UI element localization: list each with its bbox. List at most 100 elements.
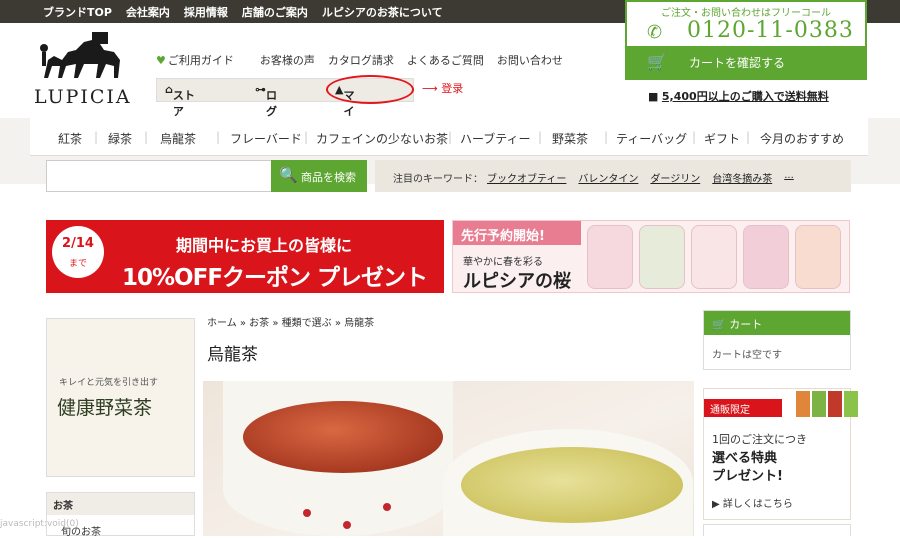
- tab-store-top[interactable]: ⌂ ストアTOP: [165, 83, 198, 132]
- keyword-link[interactable]: ダージリン: [650, 170, 700, 185]
- top-link[interactable]: ブランドTOP: [43, 4, 112, 20]
- tea-tin: [691, 225, 737, 289]
- vegetable-title: 健康野菜茶: [57, 397, 153, 419]
- tea-tin: [639, 225, 685, 289]
- banner-line2: 10%OFFクーポン プレゼント中!: [122, 265, 428, 291]
- guide-icon: ♥: [156, 54, 166, 67]
- category-item[interactable]: フレーバード: [230, 130, 302, 147]
- nav-divider: |: [94, 130, 99, 144]
- sakura-banner[interactable]: 先行予約開始! 華やかに春を彩る ルピシアの桜: [452, 220, 850, 293]
- preorder-tag: 先行予約開始!: [453, 221, 581, 245]
- top-link[interactable]: ルピシアのお茶について: [322, 4, 443, 20]
- keyword-bar: 注目のキーワード： ブックオブティー バレンタイン ダージリン 台湾冬摘み茶 .…: [375, 160, 851, 192]
- phone-box: ご注文・お問い合わせはフリーコール ✆ 0120-11-0383 🛒 カートを確…: [625, 0, 867, 80]
- category-nav: 紅茶 | 緑茶 | 烏龍茶 | フレーバード | カフェインの少ないお茶 | ハ…: [30, 118, 868, 156]
- annotation-arrow: ⟶ 登录: [422, 82, 464, 95]
- search-button[interactable]: 🔍 商品を検索: [271, 160, 367, 192]
- promo-line1: 1回のご注文につき: [712, 433, 807, 446]
- oolong-tea: [243, 401, 443, 473]
- badge-until: まで: [68, 259, 87, 269]
- search-button-label: 商品を検索: [301, 171, 356, 184]
- keyword-list: ブックオブティー バレンタイン ダージリン 台湾冬摘み茶 ...: [487, 170, 806, 185]
- promo-link[interactable]: ▶ 詳しくはこちら: [712, 495, 793, 510]
- page-title: 烏龍茶: [207, 345, 258, 365]
- view-cart-button[interactable]: 🛒 カートを確認する: [627, 46, 865, 78]
- nav-divider: |: [538, 130, 543, 144]
- keyword-label: 注目のキーワード：: [393, 174, 483, 185]
- shipping-link[interactable]: 5,400円以上: [662, 90, 730, 103]
- category-item[interactable]: ティーバッグ: [616, 130, 687, 147]
- nav-divider: |: [448, 130, 453, 144]
- date-badge: 2/14 まで: [52, 226, 104, 278]
- camel-logo-icon: [40, 32, 120, 78]
- tea-tin: [587, 225, 633, 289]
- keyword-link[interactable]: 台湾冬摘み茶: [712, 170, 772, 185]
- phone-note: ご注文・お問い合わせはフリーコール: [661, 8, 831, 19]
- nav-divider: |: [604, 130, 609, 144]
- logo-text: LUPICIA: [34, 86, 132, 108]
- nav-divider: |: [216, 130, 221, 144]
- hero-image: [203, 381, 694, 536]
- category-item[interactable]: ハーブティー: [460, 130, 531, 147]
- vegetable-tea-banner[interactable]: キレイと元気を引き出す 健康野菜茶: [46, 318, 195, 477]
- category-item[interactable]: 緑茶: [108, 130, 132, 147]
- search-icon: 🔍: [279, 166, 298, 184]
- banner-line1: 期間中にお買上の皆様に: [176, 236, 353, 255]
- shipping-notice: ■ 5,400円以上のご購入で送料無料: [648, 88, 829, 104]
- status-url: javascript:void(0): [0, 519, 79, 529]
- vegetable-subtitle: キレイと元気を引き出す: [59, 378, 159, 388]
- tab-login[interactable]: ⊶ ログイン: [255, 83, 277, 150]
- logo[interactable]: LUPICIA: [32, 30, 132, 108]
- promo-tag: 通販限定: [704, 399, 782, 417]
- keyword-link[interactable]: バレンタイン: [578, 170, 638, 185]
- guide-link[interactable]: ♥ ご利用ガイド: [156, 52, 247, 68]
- view-cart-label: カートを確認する: [689, 56, 786, 70]
- nav-divider: |: [692, 130, 697, 144]
- promo-line2: 選べる特典: [712, 451, 778, 466]
- tea-tins: [587, 225, 841, 289]
- top-link[interactable]: 店舗のご案内: [242, 4, 308, 20]
- cart-panel: 🛒 カート カートは空です: [703, 310, 851, 370]
- top-link[interactable]: 採用情報: [184, 4, 228, 20]
- subnav-link[interactable]: お客様の声: [260, 52, 315, 68]
- category-item[interactable]: ギフト: [704, 130, 740, 147]
- sakura-title: ルピシアの桜: [463, 271, 571, 292]
- tea-tin: [743, 225, 789, 289]
- promo-banner[interactable]: 通販限定 1回のご注文につき 選べる特典 プレゼント! ▶ 詳しくはこちら: [703, 388, 858, 520]
- cart-empty: カートは空です: [712, 350, 782, 361]
- subnav-link[interactable]: カタログ請求: [328, 52, 394, 68]
- search-input[interactable]: [46, 160, 272, 192]
- coupon-banner[interactable]: 2/14 まで 期間中にお買上の皆様に 10%OFFクーポン プレゼント中!: [46, 220, 444, 293]
- flower-decoration: [383, 503, 391, 511]
- top-link[interactable]: 会社案内: [126, 4, 170, 20]
- cart-heading: 🛒 カート: [704, 311, 850, 335]
- nav-divider: |: [746, 130, 751, 144]
- green-tea: [461, 447, 683, 523]
- phone-icon: ✆: [647, 22, 663, 43]
- sidebar-next-panel: [703, 524, 851, 536]
- subnav-link[interactable]: よくあるご質問: [407, 52, 484, 68]
- sakura-subtitle: 華やかに春を彩る: [463, 257, 543, 268]
- category-item[interactable]: 紅茶: [58, 130, 82, 147]
- keyword-link[interactable]: ブックオブティー: [487, 170, 566, 185]
- nav-divider: |: [144, 130, 149, 144]
- category-item[interactable]: カフェインの少ないお茶: [316, 130, 448, 147]
- keyword-link[interactable]: ...: [784, 170, 794, 185]
- flower-decoration: [303, 509, 311, 517]
- left-menu: お茶 旬のお茶: [46, 492, 195, 538]
- phone-number[interactable]: 0120-11-0383: [687, 18, 854, 43]
- category-item[interactable]: 今月のおすすめ: [760, 130, 844, 147]
- cart-icon: 🛒: [647, 52, 667, 71]
- category-item[interactable]: 野菜茶: [552, 130, 588, 147]
- breadcrumb[interactable]: ホーム » お茶 » 種類で選ぶ » 烏龍茶: [207, 314, 374, 329]
- badge-date: 2/14: [62, 236, 94, 251]
- tea-tin: [795, 225, 841, 289]
- nav-divider: |: [304, 130, 309, 144]
- shipping-text[interactable]: のご購入で送料無料: [730, 90, 829, 103]
- gift-boxes: [796, 391, 858, 417]
- category-item[interactable]: 烏龍茶: [160, 130, 196, 147]
- subnav-link[interactable]: お問い合わせ: [497, 52, 563, 68]
- truck-icon: ■: [648, 90, 659, 103]
- left-menu-heading: お茶: [47, 493, 194, 515]
- promo-line3: プレゼント!: [712, 469, 783, 484]
